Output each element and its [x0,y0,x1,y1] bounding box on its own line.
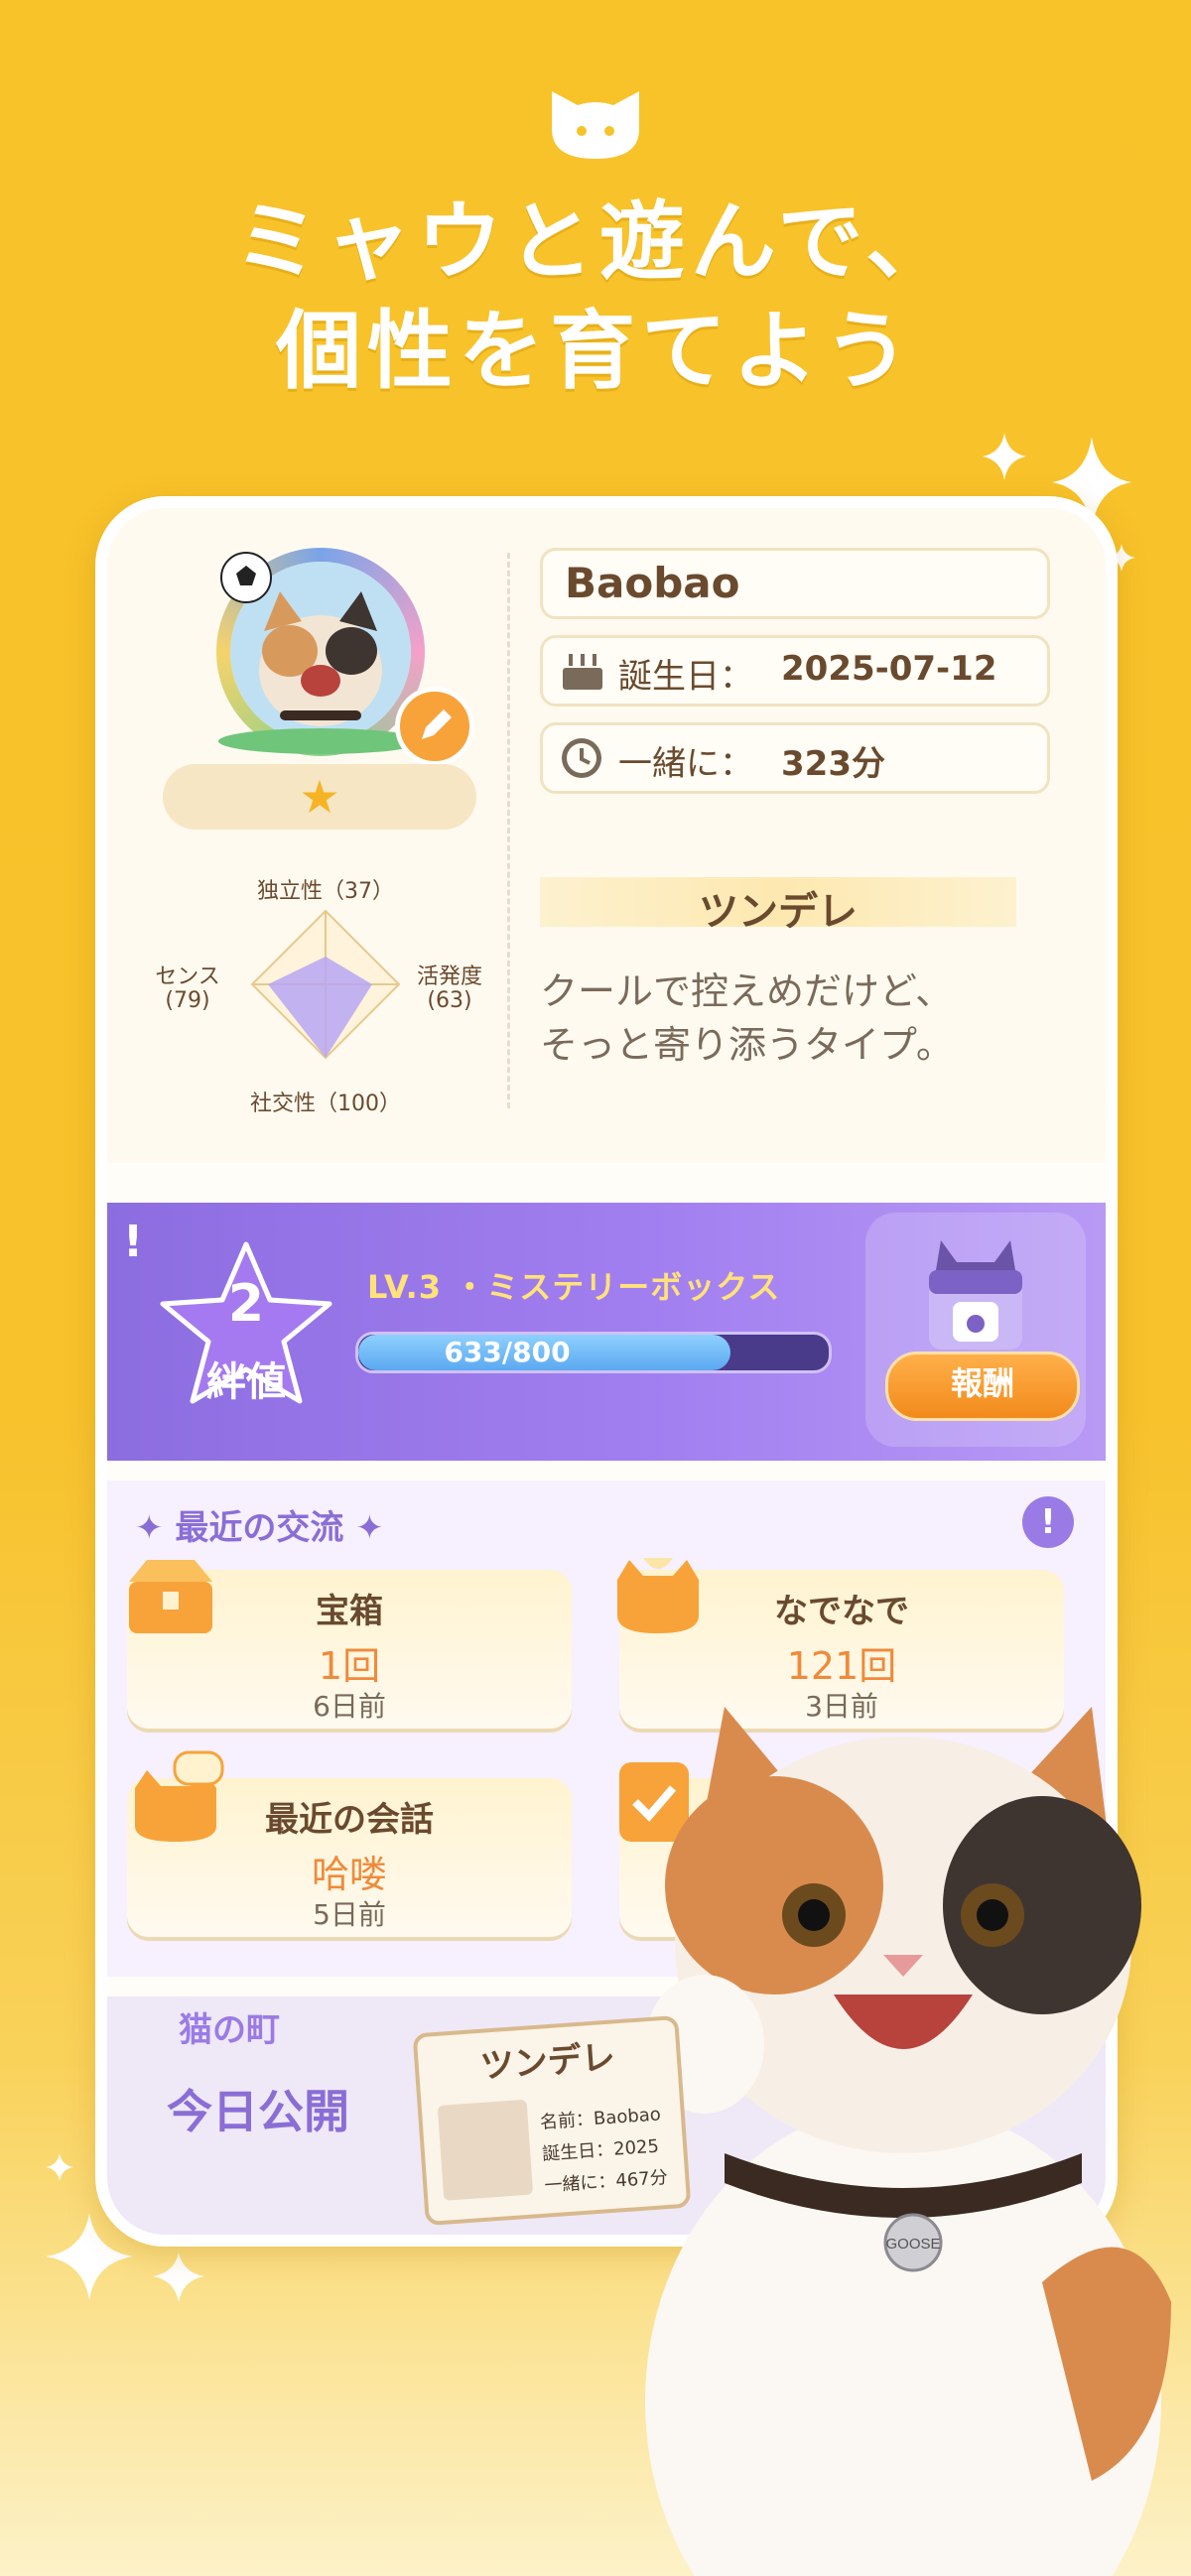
id-card-together: 一緒に：467分 [543,2167,669,2197]
id-card-photo [437,2099,534,2201]
treasure-box-icon [129,1560,212,1633]
id-card-name: 名前：Baobao [539,2104,662,2133]
personality-id-card: ツンデレ 名前：Baobao 誕生日：2025 一緒に：467分 [412,2014,692,2227]
bond-level-title: LV.3 ・ミステリーボックス [367,1268,781,1306]
profile-section: ★ Baobao 誕生日： 2025-07-12 一緒に： 323分 独立性（3… [107,508,1106,1163]
radar-label-social: 社交性（100） [250,1092,401,1116]
radar-value-activity: (63) [427,988,472,1013]
bond-progress-text: 633/800 [444,1336,571,1368]
reward-button[interactable]: 報酬 [885,1352,1080,1421]
id-card-birthday: 誕生日：2025 [541,2135,660,2165]
personality-banner: ツンデレ [540,877,1016,935]
tile-value: 1回 [318,1644,381,1688]
exclamation-icon: ! [123,1217,144,1267]
divider [507,553,510,1108]
chat-icon [135,1750,224,1842]
personality-desc-line-1: クールで控えめだけど、 [540,969,954,1013]
clock-icon [562,738,601,778]
birthday-value: 2025-07-12 [781,649,997,689]
tile-time: 5日前 [313,1898,386,1931]
together-label: 一緒に： [618,744,753,784]
radar-label-independence: 独立性（37） [257,879,394,904]
radar-label-activity: 活発度 [416,965,482,989]
together-value: 323分 [781,744,885,784]
soccer-ball-icon [220,552,272,603]
personality-radar-chart [250,909,401,1060]
pencil-icon [422,709,452,739]
grass-base [218,728,423,754]
bond-level-number: 2 [227,1274,265,1334]
bond-section: ! 2 絆値 LV.3 ・ミステリーボックス 633/800 報酬 [107,1203,1106,1461]
cake-icon [563,654,602,690]
star-rating: ★ [163,764,476,830]
tile-time: 6日前 [313,1690,386,1723]
bond-level-name: 絆値 [206,1359,286,1405]
headline-line-2: 個性を育てよう [276,302,915,401]
pet-icon [617,1558,699,1633]
tile-value: 哈喽 [311,1853,387,1896]
cat-name: Baobao [565,559,740,607]
together-field: 一緒に： 323分 [540,722,1050,794]
mystery-box-icon [929,1240,1022,1350]
personality-desc-line-2: そっと寄り添うタイプ。 [540,1023,954,1067]
id-card-title: ツンデレ [478,2037,617,2087]
headline-line-1: ミャウと遊んで、 [233,193,958,292]
collar-tag-text: GOOSE [885,2236,940,2253]
bond-progress-bar: 633/800 [355,1332,832,1373]
radar-label-sense: センス [155,965,220,989]
edit-avatar-button[interactable] [395,687,474,766]
info-button[interactable]: ! [1022,1496,1074,1548]
birthday-field: 誕生日： 2025-07-12 [540,635,1050,707]
personality-description: クールで控えめだけど、 そっと寄り添うタイプ。 [540,965,1056,1072]
radar-value-sense: (79) [165,988,210,1013]
town-label: 猫の町 [179,2010,280,2050]
star-icon: ★ [299,770,340,824]
name-field[interactable]: Baobao [540,548,1050,619]
cat-head-icon [552,91,639,159]
birthday-label: 誕生日： [618,657,753,697]
tile-value: 121回 [786,1644,897,1688]
town-status: 今日公開 [167,2085,349,2138]
personality-title: ツンデレ [699,889,858,935]
